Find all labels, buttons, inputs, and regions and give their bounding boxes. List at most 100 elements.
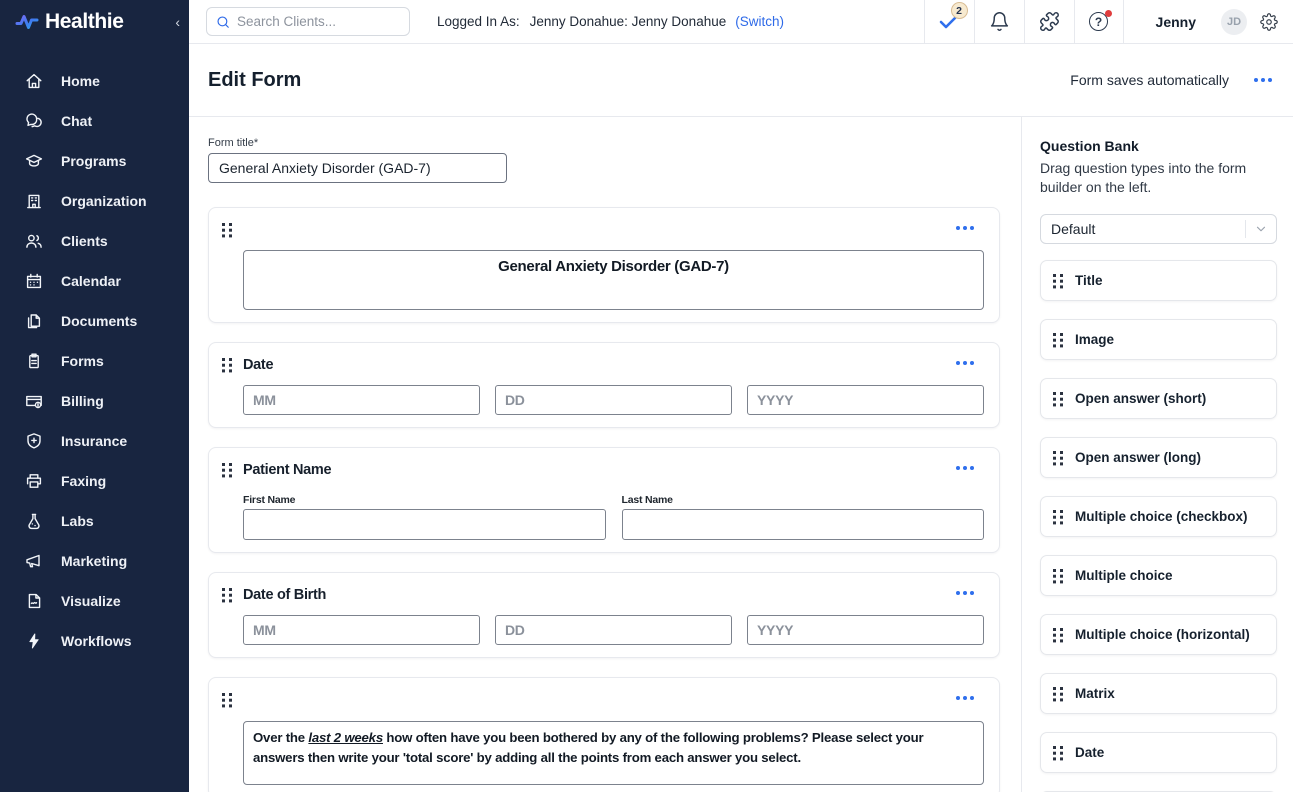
select-divider	[1245, 220, 1246, 238]
chat-icon	[26, 113, 42, 128]
form-title-input[interactable]	[208, 153, 507, 183]
drag-handle-icon[interactable]	[222, 693, 233, 708]
dob-month-input[interactable]	[243, 615, 480, 645]
form-block-instructions[interactable]: Over the last 2 weeks how often have you…	[208, 677, 1000, 792]
form-block-patient-name[interactable]: Patient Name First Name Last Name	[208, 447, 1000, 553]
sidebar-item-insurance[interactable]: Insurance	[0, 421, 189, 461]
instructions-text: Over the last 2 weeks how often have you…	[253, 730, 924, 765]
drag-handle-icon	[1053, 391, 1064, 407]
instructions-text-box[interactable]: Over the last 2 weeks how often have you…	[243, 721, 984, 785]
sidebar-collapse-icon[interactable]: ‹	[175, 15, 180, 29]
title-text: General Anxiety Disorder (GAD-7)	[498, 258, 729, 275]
avatar[interactable]: JD	[1221, 8, 1247, 35]
sidebar-item-forms[interactable]: Forms	[0, 341, 189, 381]
home-icon	[26, 73, 42, 89]
first-name-label: First Name	[243, 494, 296, 506]
drag-handle-icon	[1053, 686, 1064, 702]
form-block-title[interactable]: General Anxiety Disorder (GAD-7)	[208, 207, 1000, 323]
block-options-menu-button[interactable]	[956, 466, 974, 470]
question-bank-item-multiple-choice-checkbox[interactable]: Multiple choice (checkbox)	[1040, 496, 1277, 537]
sidebar-item-workflows[interactable]: Workflows	[0, 621, 189, 661]
question-bank-item-multiple-choice[interactable]: Multiple choice	[1040, 555, 1277, 596]
form-block-date-of-birth[interactable]: Date of Birth	[208, 572, 1000, 658]
integrations-button[interactable]	[1023, 0, 1074, 43]
marketing-icon	[26, 554, 40, 568]
block-options-menu-button[interactable]	[956, 696, 974, 700]
sidebar-item-marketing[interactable]: Marketing	[0, 541, 189, 581]
block-options-menu-button[interactable]	[956, 361, 974, 365]
gear-icon	[1260, 12, 1278, 31]
question-bank-item-open-answer-short[interactable]: Open answer (short)	[1040, 378, 1277, 419]
logged-in-as: Logged In As: Jenny Donahue: Jenny Donah…	[437, 14, 784, 29]
switch-account-link[interactable]: (Switch)	[735, 14, 784, 29]
date-year-input[interactable]	[747, 385, 984, 415]
help-button[interactable]: ?	[1073, 0, 1124, 43]
dob-day-input[interactable]	[495, 615, 732, 645]
question-bank-item-matrix[interactable]: Matrix	[1040, 673, 1277, 714]
question-bank-item-multiple-choice-horizontal[interactable]: Multiple choice (horizontal)	[1040, 614, 1277, 655]
tasks-button[interactable]: 2	[923, 0, 974, 43]
date-day-input[interactable]	[495, 385, 732, 415]
tasks-count-badge: 2	[950, 2, 968, 19]
question-bank-panel: Question Bank Drag question types into t…	[1022, 117, 1293, 792]
sidebar-item-calendar[interactable]: Calendar	[0, 261, 189, 301]
date-month-input[interactable]	[243, 385, 480, 415]
question-bank-category-select[interactable]: Default	[1040, 214, 1277, 244]
sidebar-item-clients[interactable]: Clients	[0, 221, 189, 261]
page-header: Edit Form Form saves automatically	[189, 44, 1293, 117]
question-bank-item-image[interactable]: Image	[1040, 319, 1277, 360]
client-search[interactable]	[206, 7, 410, 36]
sidebar-item-home[interactable]: Home	[0, 61, 189, 101]
sidebar-nav: Home Chat Programs Organization Clients …	[0, 61, 189, 661]
question-bank-title: Question Bank	[1040, 138, 1139, 154]
last-name-label: Last Name	[621, 494, 674, 506]
settings-button[interactable]	[1260, 12, 1278, 31]
programs-icon	[25, 154, 43, 167]
question-bank-item-title[interactable]: Title	[1040, 260, 1277, 301]
search-input[interactable]	[237, 14, 400, 29]
form-block-date[interactable]: Date	[208, 342, 1000, 428]
drag-handle-icon[interactable]	[222, 358, 233, 373]
search-icon	[217, 15, 229, 28]
question-bank-item-date[interactable]: Date	[1040, 732, 1277, 773]
sidebar-item-chat[interactable]: Chat	[0, 101, 189, 141]
question-bank-item-open-answer-long[interactable]: Open answer (long)	[1040, 437, 1277, 478]
documents-icon	[27, 314, 41, 329]
drag-handle-icon	[1053, 568, 1064, 584]
bell-icon	[990, 12, 1008, 31]
drag-handle-icon[interactable]	[222, 463, 233, 478]
autosave-note: Form saves automatically	[1070, 72, 1229, 88]
clients-icon	[26, 234, 42, 248]
sidebar-item-organization[interactable]: Organization	[0, 181, 189, 221]
drag-handle-icon	[1053, 450, 1064, 466]
first-name-input[interactable]	[243, 509, 606, 540]
drag-handle-icon[interactable]	[222, 588, 233, 603]
sidebar-item-faxing[interactable]: Faxing	[0, 461, 189, 501]
dob-year-input[interactable]	[747, 615, 984, 645]
block-label: Date of Birth	[243, 587, 327, 603]
topbar: Logged In As: Jenny Donahue: Jenny Donah…	[189, 0, 1293, 44]
drag-handle-icon	[1053, 509, 1064, 525]
visualize-icon	[28, 593, 41, 609]
brand-name: Healthie	[45, 10, 124, 33]
sidebar-item-billing[interactable]: Billing	[0, 381, 189, 421]
question-bank-description: Drag question types into the form builde…	[1040, 160, 1247, 195]
drag-handle-icon[interactable]	[222, 223, 233, 238]
user-name[interactable]: Jenny	[1156, 14, 1196, 30]
block-options-menu-button[interactable]	[956, 226, 974, 230]
block-label: Date	[243, 357, 274, 373]
help-alert-dot	[1104, 9, 1112, 17]
topbar-right: 2 ? Jenny JD	[923, 0, 1293, 43]
sidebar-item-labs[interactable]: Labs	[0, 501, 189, 541]
faxing-icon	[26, 474, 42, 488]
notifications-button[interactable]	[973, 0, 1024, 43]
drag-handle-icon	[1053, 332, 1064, 348]
last-name-input[interactable]	[621, 509, 984, 540]
form-options-menu-button[interactable]	[1254, 78, 1272, 82]
block-options-menu-button[interactable]	[956, 591, 974, 595]
sidebar-item-visualize[interactable]: Visualize	[0, 581, 189, 621]
sidebar-item-programs[interactable]: Programs	[0, 141, 189, 181]
sidebar-item-documents[interactable]: Documents	[0, 301, 189, 341]
title-text-box[interactable]: General Anxiety Disorder (GAD-7)	[243, 250, 984, 310]
drag-handle-icon	[1053, 273, 1064, 289]
